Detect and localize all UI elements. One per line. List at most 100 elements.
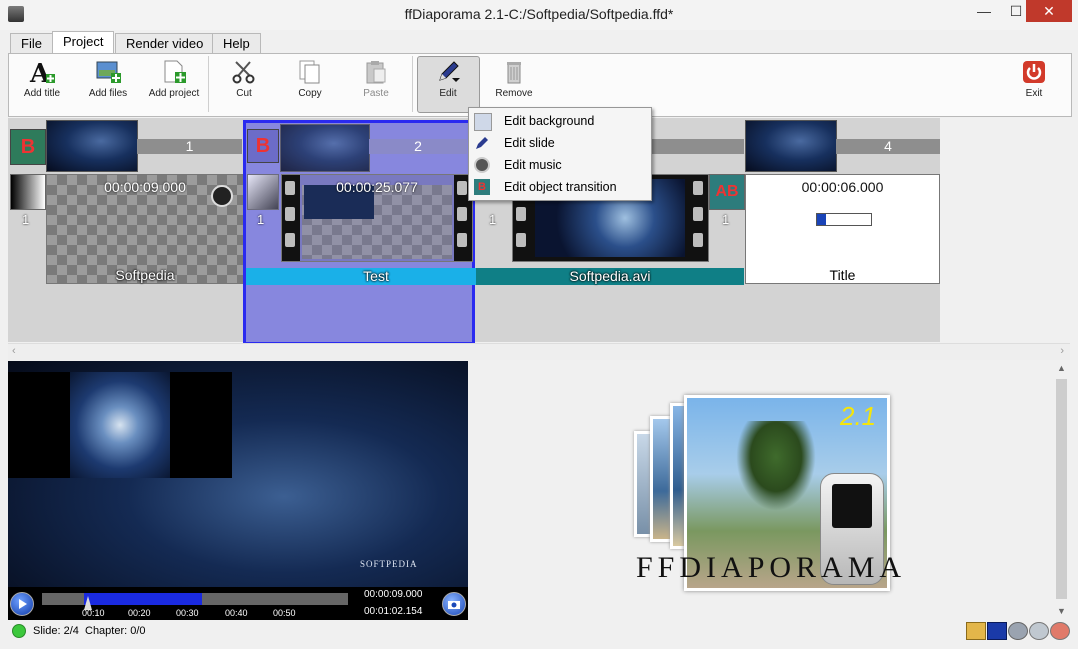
- status-bar: Slide: 2/4 Chapter: 0/0: [0, 620, 1078, 649]
- slide-number-strip: 4: [836, 139, 940, 154]
- exit-button[interactable]: Exit: [1004, 58, 1064, 99]
- tab-render-video[interactable]: Render video: [115, 33, 215, 54]
- add-files-icon: [96, 61, 121, 83]
- menu-item-label: Edit background: [504, 114, 595, 128]
- add-project-label: Add project: [148, 88, 200, 99]
- clipboard-icon: [366, 61, 386, 84]
- timeline-scrollbar[interactable]: ‹ ›: [8, 343, 1070, 360]
- slide-status: Slide: 2/4: [33, 625, 79, 637]
- menu-item-label: Edit music: [504, 158, 562, 172]
- slide-transition-icon[interactable]: [247, 174, 279, 210]
- slide-number: 1: [185, 138, 194, 154]
- menu-item-edit-background[interactable]: Edit background: [469, 110, 651, 132]
- paste-button[interactable]: Paste: [346, 58, 406, 99]
- menu-item-edit-slide[interactable]: Edit slide: [469, 132, 651, 154]
- transition-duration: 1: [22, 212, 30, 227]
- slide-name: Softpedia: [115, 267, 175, 283]
- transition-duration: 1: [489, 212, 497, 227]
- slide-name: Test: [363, 268, 389, 284]
- scissors-icon: [232, 61, 255, 84]
- edit-label: Edit: [439, 88, 457, 99]
- add-files-label: Add files: [88, 88, 128, 99]
- pen-icon: [439, 61, 460, 82]
- speaker-icon: [474, 157, 490, 173]
- transition-icon: B: [474, 179, 490, 195]
- slide-number-strip: 1: [137, 139, 242, 154]
- background-transition-icon[interactable]: B: [247, 129, 279, 163]
- tick-label: 00:40: [225, 608, 248, 618]
- logo-text: FFDIAPORAMA: [636, 551, 907, 584]
- player-controls: 00:10 00:20 00:30 00:40 00:50 00:00:09.0…: [8, 587, 468, 620]
- copy-button[interactable]: Copy: [280, 58, 340, 99]
- remove-button[interactable]: Remove: [484, 58, 544, 99]
- grid-icon[interactable]: [987, 622, 1007, 640]
- add-title-icon: A: [29, 59, 55, 86]
- splash-panel: 2.1 FFDIAPORAMA: [470, 361, 1054, 620]
- scroll-down-arrow[interactable]: ▼: [1057, 606, 1066, 616]
- snapshot-button[interactable]: [442, 592, 466, 616]
- tab-help[interactable]: Help: [212, 33, 261, 54]
- slide-duration: 00:00:06.000: [801, 179, 884, 195]
- slide-thumbnail[interactable]: 00:00:06.000 Title: [745, 174, 940, 284]
- tree-shape: [736, 421, 816, 511]
- play-button[interactable]: [10, 592, 34, 616]
- tab-file[interactable]: File: [10, 33, 53, 54]
- add-title-label: Add title: [23, 88, 61, 99]
- slide-thumbnail[interactable]: 00:00:25.077: [281, 174, 473, 262]
- slide-name: Softpedia.avi: [569, 268, 651, 284]
- slide-number-strip: 2: [369, 139, 467, 154]
- add-title-button[interactable]: A Add title: [12, 58, 72, 99]
- add-project-button[interactable]: Add project: [144, 58, 204, 99]
- film-strip: [690, 175, 708, 261]
- background-thumbnail[interactable]: [745, 120, 837, 172]
- zoom-in-icon[interactable]: [1029, 622, 1049, 640]
- slide-name: Title: [829, 267, 856, 283]
- tick-label: 00:10: [82, 608, 105, 618]
- vertical-scrollbar[interactable]: ▲ ▼: [1054, 361, 1070, 620]
- title-bar: ffDiaporama 2.1-C:/Softpedia/Softpedia.f…: [0, 0, 1078, 30]
- background-thumbnail[interactable]: [280, 124, 370, 172]
- status-indicator: [12, 624, 26, 638]
- cut-button[interactable]: Cut: [214, 58, 274, 99]
- slide-number: 2: [414, 138, 422, 154]
- slide-transition-icon[interactable]: [10, 174, 46, 210]
- close-button[interactable]: ✕: [1026, 0, 1072, 22]
- background-transition-icon[interactable]: B: [10, 129, 46, 165]
- menu-item-edit-music[interactable]: Edit music: [469, 154, 651, 176]
- play-icon: [19, 599, 27, 609]
- tick-label: 00:30: [176, 608, 199, 618]
- ab-transition-icon[interactable]: AB: [709, 174, 745, 210]
- scroll-up-arrow[interactable]: ▲: [1057, 363, 1066, 373]
- open-folder-icon[interactable]: [966, 622, 986, 640]
- preview-image: [70, 372, 170, 478]
- scroll-left-arrow[interactable]: ‹: [12, 345, 16, 357]
- seek-bar[interactable]: [42, 593, 348, 610]
- add-files-button[interactable]: Add files: [78, 58, 138, 99]
- exit-label: Exit: [1025, 88, 1043, 99]
- background-thumbnail[interactable]: [46, 120, 138, 172]
- seek-chapter-region: [84, 593, 202, 605]
- slide-duration: 00:00:25.077: [336, 179, 418, 195]
- tab-project[interactable]: Project: [52, 31, 115, 55]
- total-time: 00:01:02.154: [364, 606, 423, 617]
- title-preview-box: [816, 213, 872, 226]
- play-mode-icon[interactable]: [1008, 622, 1028, 640]
- clock-icon: [211, 185, 233, 207]
- power-icon: [1023, 61, 1045, 83]
- scroll-thumb[interactable]: [1056, 379, 1067, 599]
- slide-number: 4: [884, 138, 892, 154]
- image-icon: [474, 113, 492, 131]
- minimize-button[interactable]: —: [968, 0, 1000, 22]
- scroll-right-arrow[interactable]: ›: [1060, 345, 1064, 357]
- menu-item-edit-object-transition[interactable]: B Edit object transition: [469, 176, 651, 198]
- preview-panel[interactable]: SOFTPEDIA: [8, 361, 468, 587]
- camera-icon: [448, 601, 460, 609]
- tick-label: 00:20: [128, 608, 151, 618]
- edit-button[interactable]: Edit: [418, 58, 478, 99]
- current-time: 00:00:09.000: [364, 589, 423, 600]
- zoom-out-icon[interactable]: [1050, 622, 1070, 640]
- chapter-status: Chapter: 0/0: [85, 625, 146, 637]
- ribbon-separator: [208, 56, 209, 112]
- slide-thumbnail[interactable]: 00:00:09.000 Softpedia: [46, 174, 244, 284]
- trash-icon: [507, 62, 521, 84]
